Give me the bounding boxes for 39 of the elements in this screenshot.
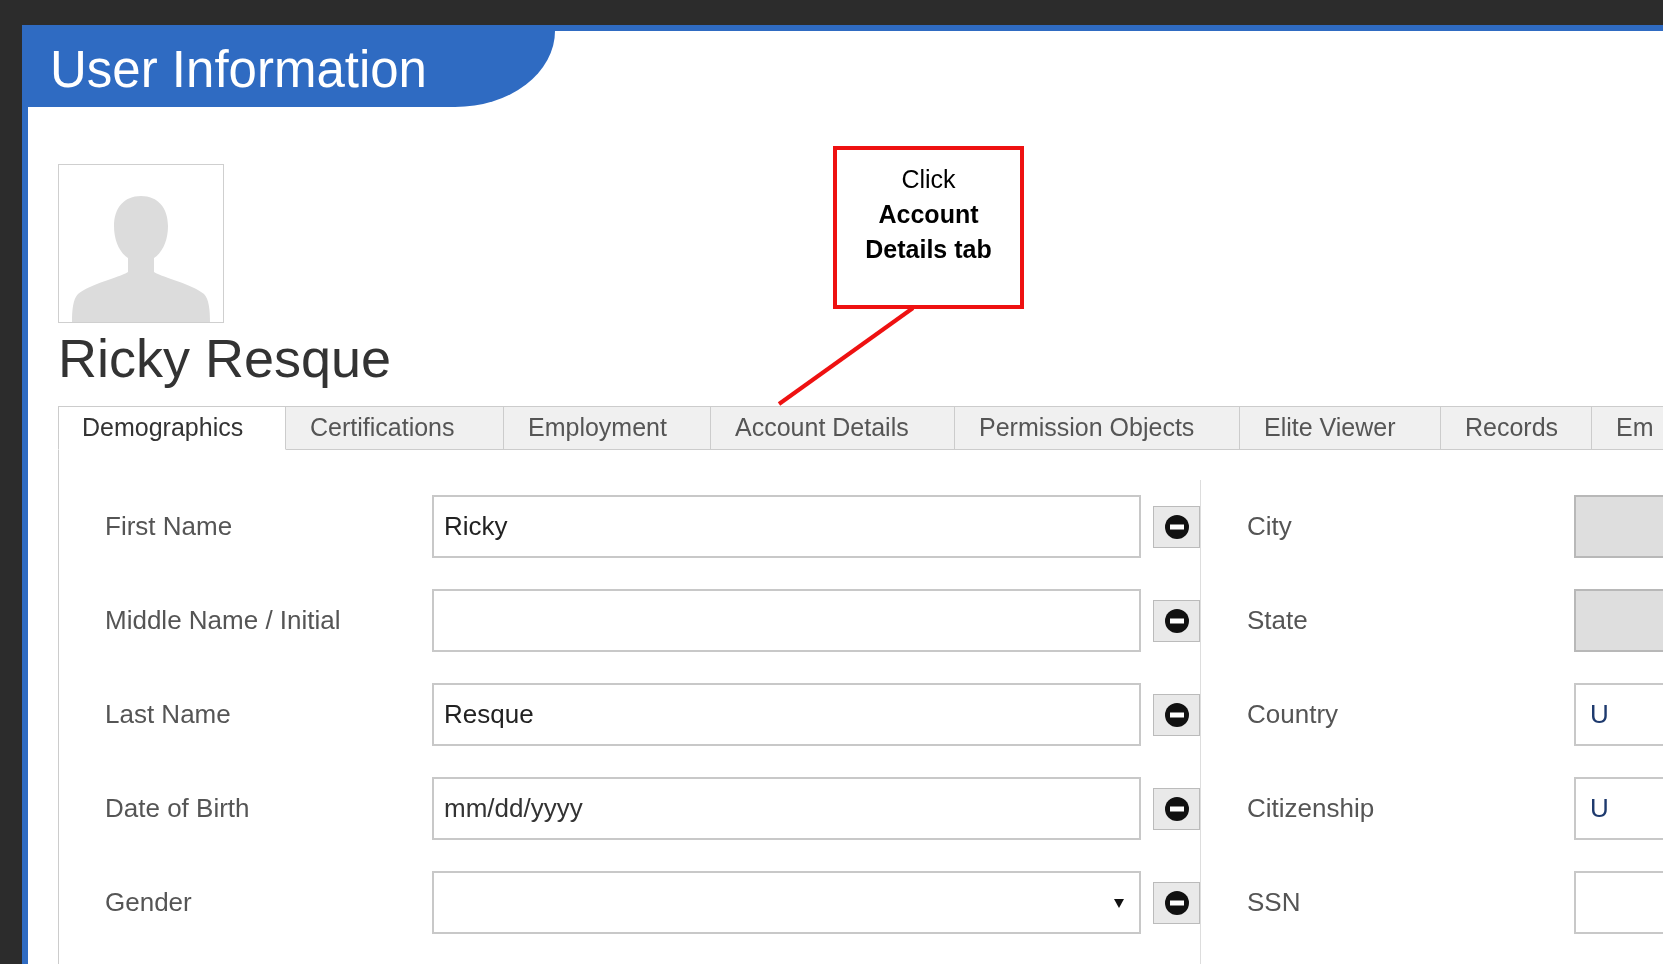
field-label: State [1247,604,1309,637]
tab[interactable]: Elite Viewer [1240,406,1441,449]
remove-button[interactable] [1153,787,1200,830]
callout-text: Click Account Details tab [833,146,1024,309]
tab[interactable]: Em [1592,406,1663,449]
field-label: Middle Name / Initial [105,604,342,637]
input-field[interactable]: mm/dd/yyyy [432,777,1141,840]
minus-circle-icon [1164,608,1189,633]
page-title: User Information [50,43,427,95]
tab[interactable]: Account Details [711,406,955,449]
remove-button[interactable] [1153,693,1200,736]
minus-circle-icon [1164,890,1189,915]
input-field[interactable]: U [1574,777,1663,840]
tab[interactable]: Demographics [58,406,286,450]
field-label: Date of Birth [105,792,251,825]
field-label: Citizenship [1247,792,1376,825]
field-label: Country [1247,698,1340,731]
field-label: SSN [1247,886,1302,919]
caret-icon [1113,896,1125,909]
user-name: Ricky Resque [58,327,392,390]
tab[interactable]: Records [1441,406,1592,449]
minus-circle-icon [1164,796,1189,821]
field-label: Gender [105,886,193,919]
remove-button[interactable] [1153,599,1200,642]
input-field[interactable] [432,589,1141,652]
input-field[interactable]: U [1574,683,1663,746]
minus-circle-icon [1164,514,1189,539]
remove-button[interactable] [1153,881,1200,924]
tab[interactable]: Permission Objects [955,406,1240,449]
field-label: Last Name [105,698,232,731]
input-field[interactable]: Resque [432,683,1141,746]
tab[interactable]: Employment [504,406,711,449]
input-field[interactable]: Ricky [432,495,1141,558]
field-label: City [1247,510,1293,543]
person-silhouette-icon [71,194,211,322]
remove-button[interactable] [1153,505,1200,548]
minus-circle-icon [1164,702,1189,727]
field-label: First Name [105,510,234,543]
tab[interactable]: Certifications [286,406,504,449]
